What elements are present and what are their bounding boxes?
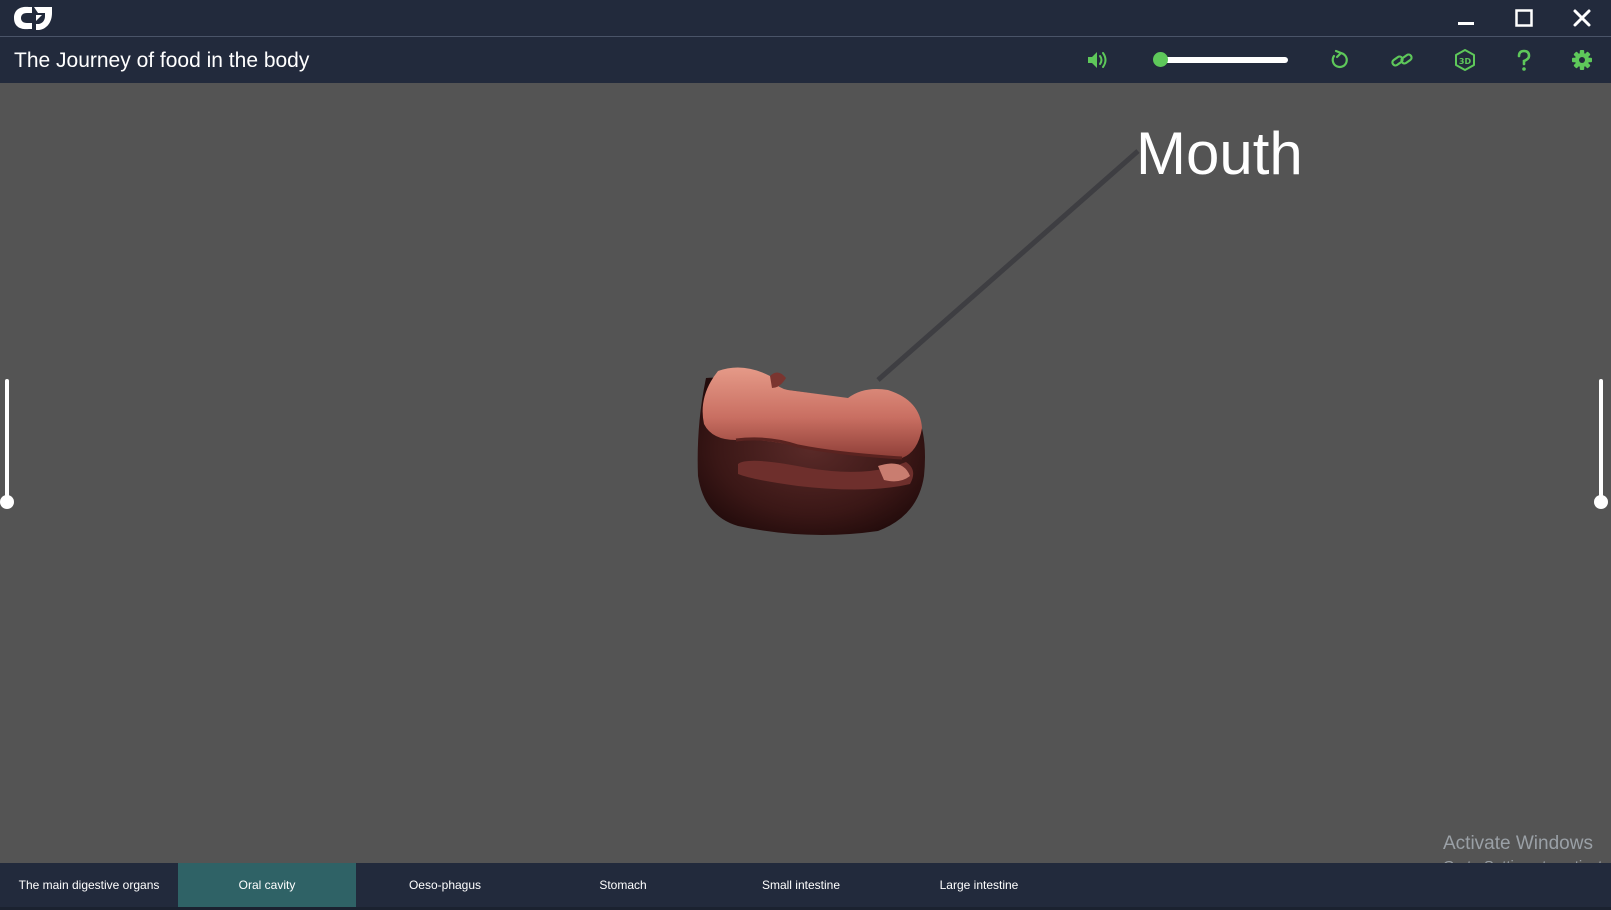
app-logo-icon bbox=[12, 4, 54, 32]
volume-icon bbox=[1088, 52, 1107, 68]
right-vertical-slider[interactable] bbox=[1594, 379, 1608, 509]
tab-stomach[interactable]: Stomach bbox=[534, 863, 712, 907]
3d-view-icon: 3D bbox=[1455, 49, 1475, 71]
page-title: The Journey of food in the body bbox=[14, 49, 310, 72]
watermark-title: Activate Windows bbox=[1443, 833, 1593, 854]
reset-button[interactable] bbox=[1327, 48, 1353, 72]
toolbar: The Journey of food in the body 3D bbox=[0, 37, 1611, 83]
tab-oesophagus[interactable]: Oeso-phagus bbox=[356, 863, 534, 907]
maximize-icon bbox=[1515, 9, 1533, 27]
help-icon bbox=[1517, 49, 1531, 71]
chapter-tab-bar: The main digestive organs Oral cavity Oe… bbox=[0, 863, 1611, 907]
link-button[interactable] bbox=[1389, 48, 1415, 72]
close-button[interactable] bbox=[1558, 0, 1606, 36]
mouth-3d-model[interactable] bbox=[688, 366, 940, 546]
maximize-button[interactable] bbox=[1500, 0, 1548, 36]
title-bar bbox=[0, 0, 1611, 37]
tab-oral-cavity[interactable]: Oral cavity bbox=[178, 863, 356, 907]
volume-slider[interactable] bbox=[1152, 50, 1288, 70]
svg-text:3D: 3D bbox=[1459, 57, 1472, 66]
settings-button[interactable] bbox=[1569, 48, 1595, 72]
tab-small-intestine[interactable]: Small intestine bbox=[712, 863, 890, 907]
left-slider-track bbox=[5, 379, 9, 503]
organ-label: Mouth bbox=[1136, 120, 1303, 187]
right-slider-knob[interactable] bbox=[1594, 495, 1608, 509]
3d-viewport[interactable]: Mouth bbox=[0, 83, 1611, 863]
settings-icon bbox=[1572, 50, 1592, 70]
volume-slider-knob[interactable] bbox=[1153, 52, 1168, 67]
link-icon bbox=[1391, 53, 1413, 67]
tab-large-intestine[interactable]: Large intestine bbox=[890, 863, 1068, 907]
tab-main-digestive-organs[interactable]: The main digestive organs bbox=[0, 863, 178, 907]
volume-button[interactable] bbox=[1085, 48, 1111, 72]
help-button[interactable] bbox=[1511, 48, 1537, 72]
left-slider-knob[interactable] bbox=[0, 495, 14, 509]
reset-icon bbox=[1331, 49, 1348, 69]
volume-slider-track bbox=[1160, 57, 1288, 63]
close-icon bbox=[1573, 9, 1591, 27]
minimize-icon bbox=[1458, 22, 1474, 25]
left-vertical-slider[interactable] bbox=[0, 379, 14, 509]
right-slider-track bbox=[1599, 379, 1603, 503]
minimize-button[interactable] bbox=[1442, 0, 1490, 36]
3d-view-button[interactable]: 3D bbox=[1452, 48, 1478, 72]
